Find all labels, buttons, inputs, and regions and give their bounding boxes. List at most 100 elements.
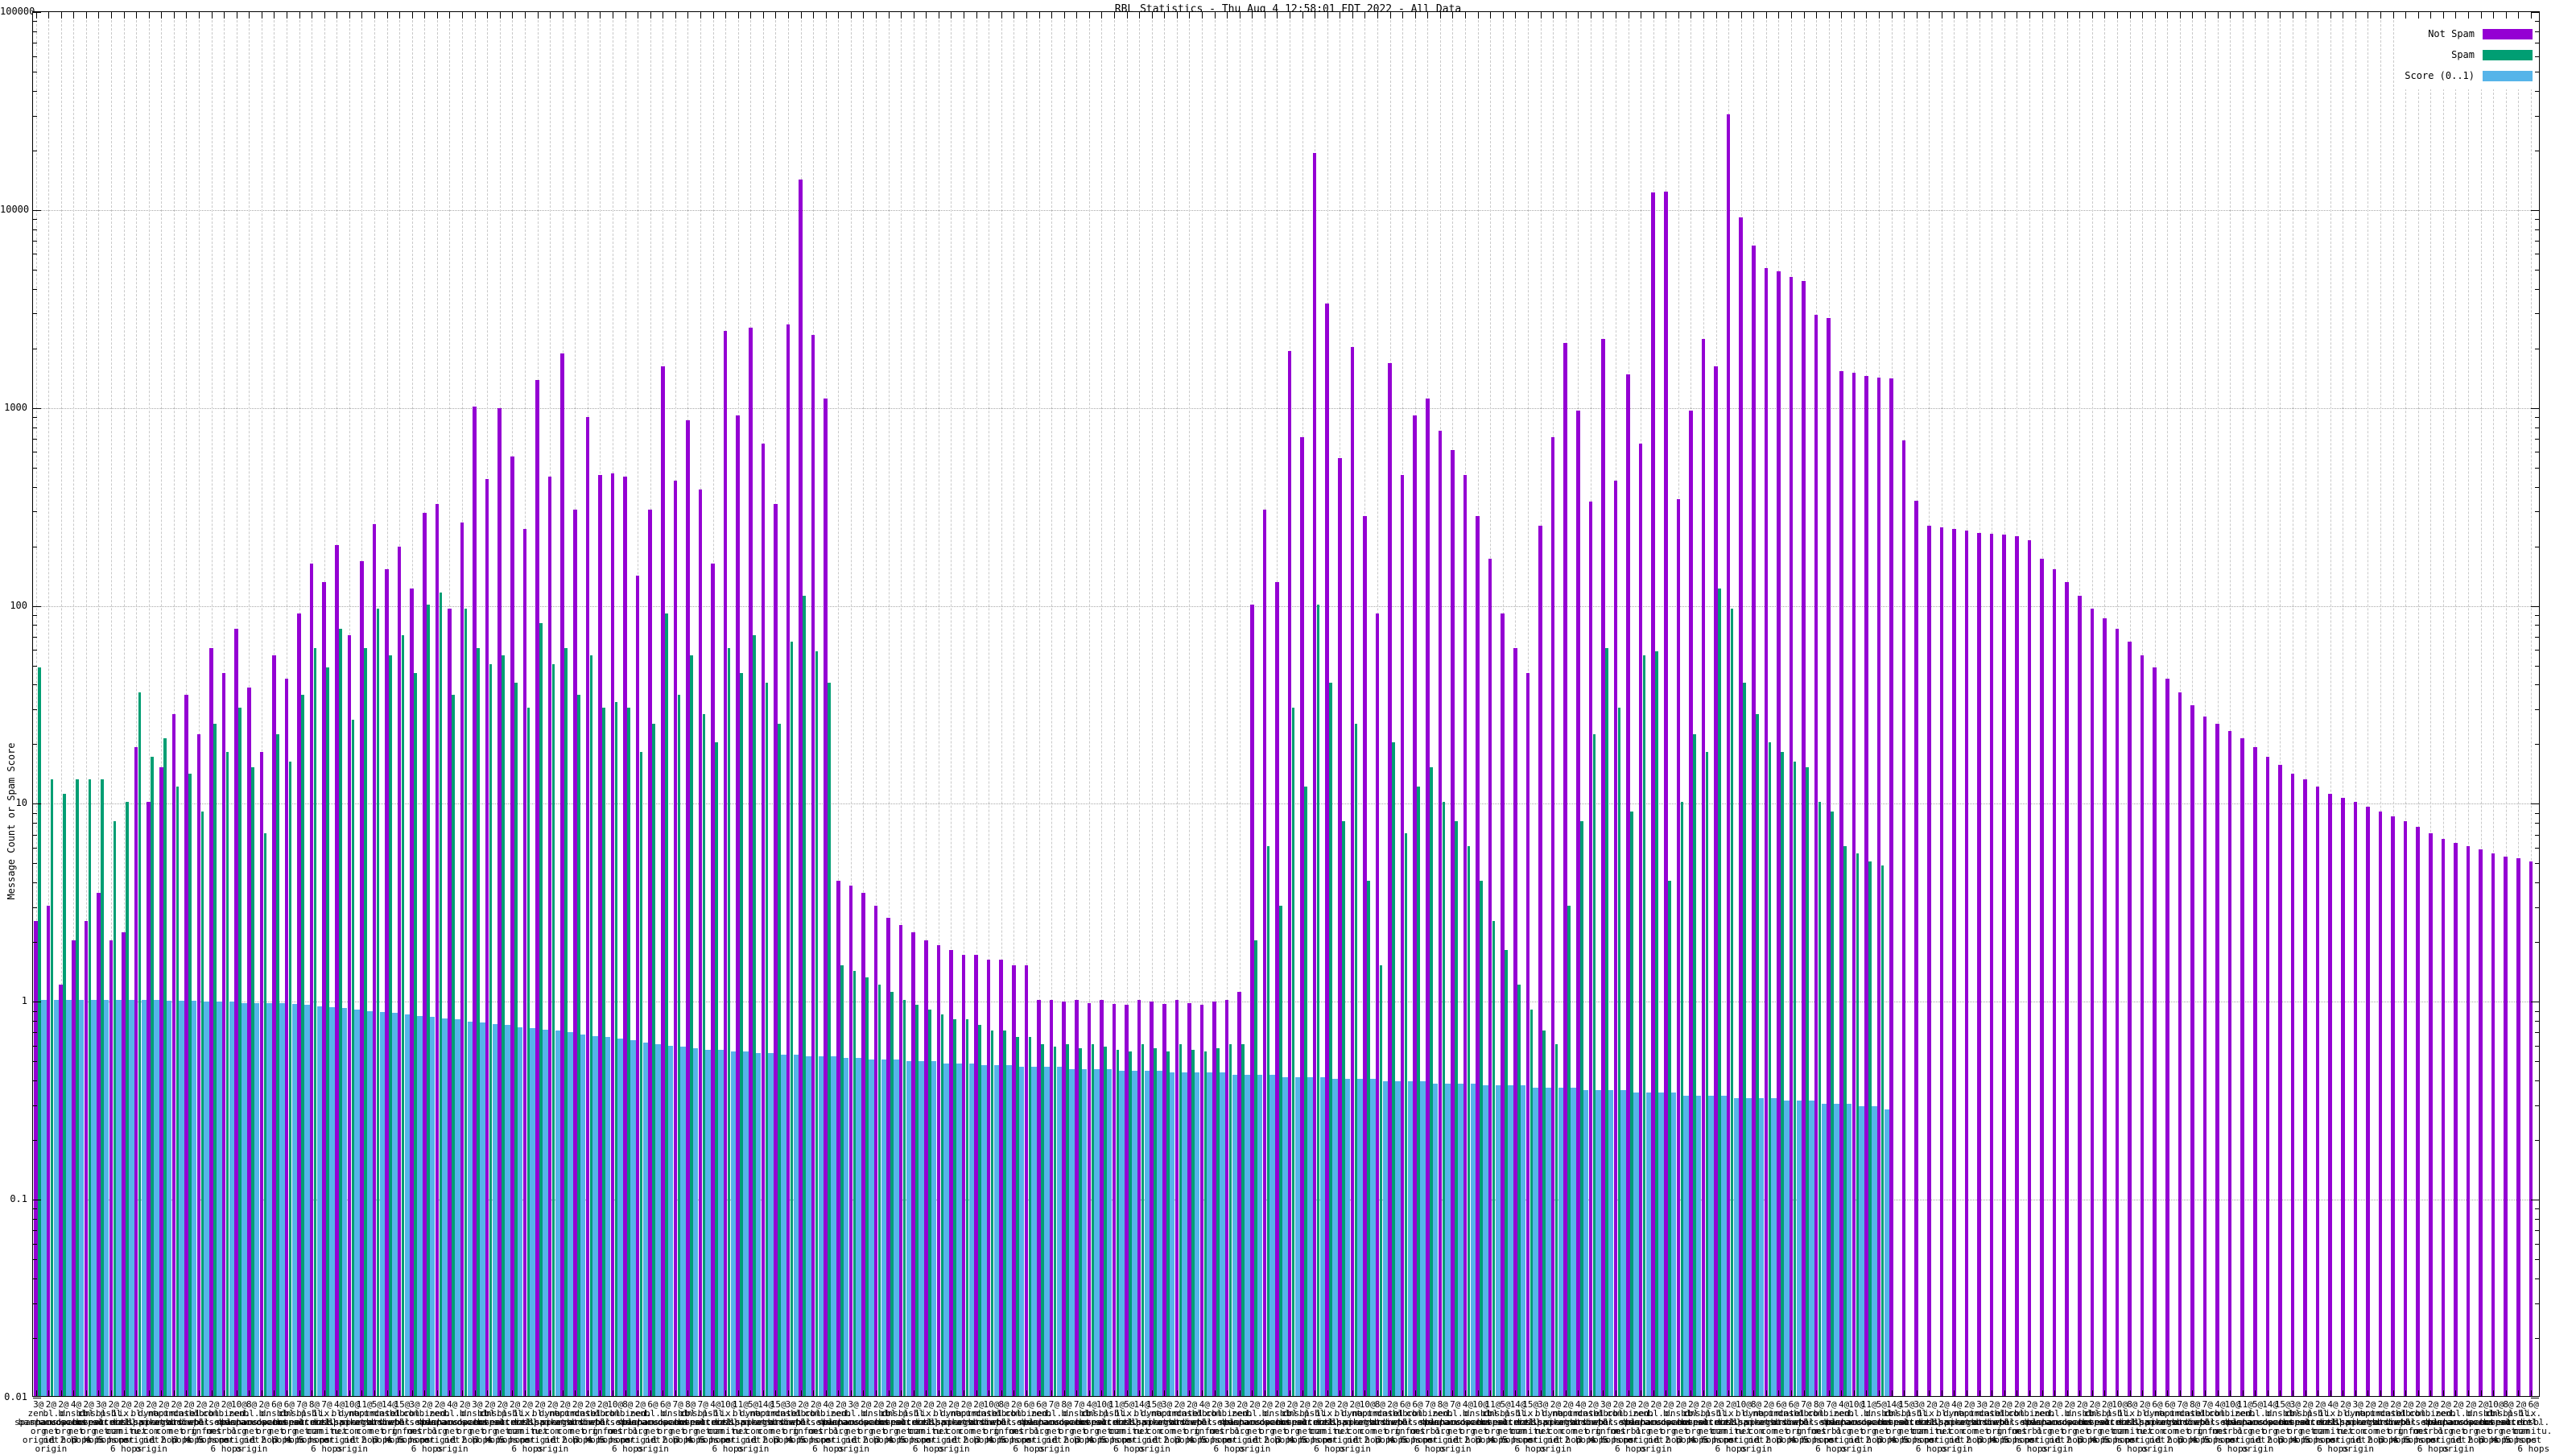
x-top-tick: [813, 12, 815, 19]
bar-not-spam: [2416, 827, 2421, 1396]
bar-not-spam: [2052, 569, 2057, 1396]
bar-score: [429, 1017, 436, 1396]
x-top-tick: [926, 12, 927, 19]
x-top-tick: [1904, 12, 1905, 19]
x-bottom-tick: [2041, 1390, 2043, 1396]
y-minor-tick: [2535, 744, 2539, 746]
x-bottom-tick: [1653, 1390, 1654, 1396]
x-bottom-tick: [148, 1390, 150, 1396]
y-minor-tick: [33, 31, 37, 32]
bar-not-spam: [1601, 338, 1605, 1396]
x-bottom-tick: [1239, 1390, 1241, 1396]
x-bottom-tick: [1252, 1390, 1253, 1396]
y-minor-tick: [2535, 1032, 2539, 1034]
bar-not-spam: [1199, 1004, 1204, 1396]
bar-score: [1031, 1067, 1038, 1396]
x-top-tick: [1364, 12, 1366, 19]
x-top-tick: [1176, 12, 1178, 19]
y-minor-tick: [2535, 219, 2539, 221]
x-top-tick: [524, 12, 526, 19]
y-minor-tick: [2535, 684, 2539, 686]
x-top-tick: [537, 12, 539, 19]
x-top-tick: [123, 12, 125, 19]
bar-score: [191, 1001, 197, 1396]
x-bottom-tick: [2280, 1390, 2281, 1396]
y-minor-tick: [33, 1140, 37, 1142]
bar-not-spam: [924, 940, 928, 1396]
y-tick-label: 10000: [0, 203, 30, 215]
y-minor-tick: [2535, 269, 2539, 271]
x-bottom-tick: [2129, 1390, 2131, 1396]
bar-score: [1520, 1085, 1526, 1396]
x-bottom-tick: [1979, 1390, 1980, 1396]
y-minor-tick: [2535, 1278, 2539, 1279]
bar-not-spam: [961, 954, 966, 1396]
bar-score: [91, 1000, 97, 1396]
bar-not-spam: [2328, 794, 2333, 1396]
bar-not-spam: [1363, 515, 1367, 1396]
y-minor-tick: [33, 863, 37, 865]
x-top-tick: [1791, 12, 1792, 19]
bar-not-spam: [2103, 618, 2107, 1396]
x-top-tick: [361, 12, 363, 19]
bar-not-spam: [1087, 1002, 1092, 1396]
bar-score: [1645, 1093, 1652, 1396]
x-top-tick: [274, 12, 275, 19]
bar-not-spam: [1174, 1000, 1179, 1396]
y-minor-tick: [2535, 240, 2539, 242]
y-minor-tick: [33, 416, 37, 418]
x-bottom-tick: [411, 1390, 413, 1396]
bar-score: [1771, 1097, 1777, 1396]
bar-not-spam: [786, 324, 791, 1396]
bar-not-spam: [1876, 377, 1881, 1396]
bar-score: [1884, 1109, 1890, 1396]
y-major-tick: [33, 803, 41, 805]
bar-score: [1834, 1103, 1839, 1396]
bar-score: [454, 1019, 460, 1396]
bar-not-spam: [2252, 746, 2257, 1396]
x-top-tick: [2330, 12, 2331, 19]
x-top-tick: [650, 12, 651, 19]
x-top-tick: [1703, 12, 1704, 19]
x-bottom-tick: [562, 1390, 564, 1396]
bar-not-spam: [410, 589, 415, 1396]
y-minor-tick: [33, 834, 37, 836]
y-minor-tick: [33, 650, 37, 651]
x-bottom-tick: [2417, 1390, 2419, 1396]
y-minor-tick: [33, 847, 37, 849]
bar-not-spam: [1325, 304, 1330, 1396]
y-major-tick: [33, 12, 41, 13]
y-tick-label: 10: [15, 797, 27, 809]
bar-not-spam: [1300, 436, 1304, 1396]
bar-score: [517, 1026, 523, 1396]
bar-not-spam: [2315, 786, 2320, 1396]
bar-score: [718, 1050, 724, 1396]
y-major-tick: [2531, 407, 2539, 409]
bar-not-spam: [673, 481, 678, 1396]
bar-score: [655, 1043, 661, 1396]
x-top-tick: [148, 12, 150, 19]
bar-not-spam: [1689, 411, 1693, 1396]
x-bottom-tick: [1477, 1390, 1479, 1396]
x-bottom-tick: [386, 1390, 388, 1396]
bar-score: [242, 1002, 247, 1396]
bar-score: [806, 1056, 811, 1396]
bar-score: [1432, 1083, 1439, 1396]
x-top-tick: [1816, 12, 1818, 19]
bar-score: [229, 1002, 235, 1396]
bar-score: [66, 1000, 72, 1396]
bar-not-spam: [209, 648, 213, 1396]
y-major-tick: [2531, 605, 2539, 607]
bar-score: [1695, 1095, 1702, 1396]
bar-not-spam: [134, 746, 138, 1396]
x-top-tick: [299, 12, 300, 19]
x-bottom-tick: [2091, 1390, 2093, 1396]
bar-score: [1758, 1097, 1765, 1396]
bar-score: [743, 1051, 749, 1396]
x-bottom-tick: [2179, 1390, 2181, 1396]
bar-not-spam: [2303, 779, 2307, 1396]
x-top-tick: [2004, 12, 2005, 19]
bar-not-spam: [1939, 527, 1944, 1396]
bar-score: [41, 1000, 47, 1396]
x-top-tick: [1916, 12, 1918, 19]
